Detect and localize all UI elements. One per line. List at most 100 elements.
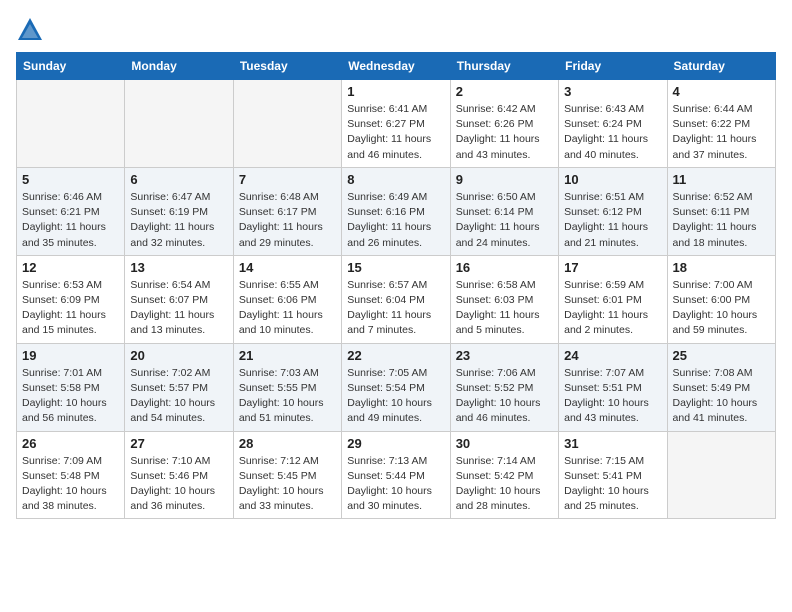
day-cell: 16Sunrise: 6:58 AM Sunset: 6:03 PM Dayli… [450, 255, 558, 343]
day-info: Sunrise: 6:53 AM Sunset: 6:09 PM Dayligh… [22, 278, 119, 339]
day-number: 22 [347, 348, 444, 363]
day-number: 5 [22, 172, 119, 187]
day-info: Sunrise: 7:08 AM Sunset: 5:49 PM Dayligh… [673, 366, 770, 427]
day-number: 14 [239, 260, 336, 275]
day-info: Sunrise: 6:49 AM Sunset: 6:16 PM Dayligh… [347, 190, 444, 251]
day-cell: 14 Sunrise: 6:55 AM Sunset: 6:06 PM Dayli… [233, 255, 341, 343]
day-info: Sunrise: 6:59 AM Sunset: 6:01 PM Dayligh… [564, 278, 661, 339]
day-number: 9 [456, 172, 553, 187]
day-cell: 13 Sunrise: 6:54 AM Sunset: 6:07 PM Dayli… [125, 255, 233, 343]
day-info: Sunrise: 7:05 AM Sunset: 5:54 PM Dayligh… [347, 366, 444, 427]
day-info: Sunrise: 6:46 AM Sunset: 6:21 PM Dayligh… [22, 190, 119, 251]
col-header-thursday: Thursday [450, 53, 558, 80]
day-cell: 28Sunrise: 7:12 AM Sunset: 5:45 PM Dayli… [233, 431, 341, 519]
day-cell: 24 Sunrise: 7:07 AM Sunset: 5:51 PM Dayli… [559, 343, 667, 431]
day-number: 29 [347, 436, 444, 451]
day-cell: 2 Sunrise: 6:42 AM Sunset: 6:26 PM Daylig… [450, 80, 558, 168]
day-info: Sunrise: 6:54 AM Sunset: 6:07 PM Dayligh… [130, 278, 227, 339]
week-row-3: 12 Sunrise: 6:53 AM Sunset: 6:09 PM Dayli… [17, 255, 776, 343]
day-cell: 26 Sunrise: 7:09 AM Sunset: 5:48 PM Dayli… [17, 431, 125, 519]
day-number: 28 [239, 436, 336, 451]
day-number: 6 [130, 172, 227, 187]
day-number: 30 [456, 436, 553, 451]
col-header-wednesday: Wednesday [342, 53, 450, 80]
day-number: 26 [22, 436, 119, 451]
day-number: 7 [239, 172, 336, 187]
day-cell: 8 Sunrise: 6:49 AM Sunset: 6:16 PM Daylig… [342, 167, 450, 255]
day-number: 4 [673, 84, 770, 99]
day-number: 17 [564, 260, 661, 275]
day-number: 13 [130, 260, 227, 275]
col-header-tuesday: Tuesday [233, 53, 341, 80]
day-number: 19 [22, 348, 119, 363]
header-row: SundayMondayTuesdayWednesdayThursdayFrid… [17, 53, 776, 80]
day-info: Sunrise: 7:13 AM Sunset: 5:44 PM Dayligh… [347, 454, 444, 515]
col-header-sunday: Sunday [17, 53, 125, 80]
day-info: Sunrise: 6:52 AM Sunset: 6:11 PM Dayligh… [673, 190, 770, 251]
day-info: Sunrise: 7:09 AM Sunset: 5:48 PM Dayligh… [22, 454, 119, 515]
day-number: 20 [130, 348, 227, 363]
week-row-4: 19 Sunrise: 7:01 AM Sunset: 5:58 PM Dayli… [17, 343, 776, 431]
logo [16, 16, 48, 44]
day-number: 1 [347, 84, 444, 99]
day-cell: 6 Sunrise: 6:47 AM Sunset: 6:19 PM Daylig… [125, 167, 233, 255]
col-header-friday: Friday [559, 53, 667, 80]
day-info: Sunrise: 7:14 AM Sunset: 5:42 PM Dayligh… [456, 454, 553, 515]
day-cell [233, 80, 341, 168]
day-info: Sunrise: 6:47 AM Sunset: 6:19 PM Dayligh… [130, 190, 227, 251]
day-info: Sunrise: 6:50 AM Sunset: 6:14 PM Dayligh… [456, 190, 553, 251]
day-cell: 7Sunrise: 6:48 AM Sunset: 6:17 PM Daylig… [233, 167, 341, 255]
page-header [16, 16, 776, 44]
day-info: Sunrise: 7:10 AM Sunset: 5:46 PM Dayligh… [130, 454, 227, 515]
col-header-monday: Monday [125, 53, 233, 80]
day-info: Sunrise: 6:51 AM Sunset: 6:12 PM Dayligh… [564, 190, 661, 251]
day-info: Sunrise: 6:55 AM Sunset: 6:06 PM Dayligh… [239, 278, 336, 339]
day-cell: 9 Sunrise: 6:50 AM Sunset: 6:14 PM Daylig… [450, 167, 558, 255]
day-cell: 12 Sunrise: 6:53 AM Sunset: 6:09 PM Dayli… [17, 255, 125, 343]
day-cell [667, 431, 775, 519]
day-number: 21 [239, 348, 336, 363]
day-info: Sunrise: 7:01 AM Sunset: 5:58 PM Dayligh… [22, 366, 119, 427]
day-cell: 15 Sunrise: 6:57 AM Sunset: 6:04 PM Dayli… [342, 255, 450, 343]
day-number: 24 [564, 348, 661, 363]
day-info: Sunrise: 6:57 AM Sunset: 6:04 PM Dayligh… [347, 278, 444, 339]
day-cell: 29 Sunrise: 7:13 AM Sunset: 5:44 PM Dayli… [342, 431, 450, 519]
calendar-table: SundayMondayTuesdayWednesdayThursdayFrid… [16, 52, 776, 519]
day-number: 3 [564, 84, 661, 99]
day-number: 25 [673, 348, 770, 363]
day-number: 15 [347, 260, 444, 275]
day-cell: 10Sunrise: 6:51 AM Sunset: 6:12 PM Dayli… [559, 167, 667, 255]
day-number: 2 [456, 84, 553, 99]
day-number: 31 [564, 436, 661, 451]
day-cell: 1Sunrise: 6:41 AM Sunset: 6:27 PM Daylig… [342, 80, 450, 168]
day-cell: 4 Sunrise: 6:44 AM Sunset: 6:22 PM Daylig… [667, 80, 775, 168]
day-cell: 17 Sunrise: 6:59 AM Sunset: 6:01 PM Dayli… [559, 255, 667, 343]
day-number: 18 [673, 260, 770, 275]
logo-icon [16, 16, 44, 44]
day-info: Sunrise: 6:42 AM Sunset: 6:26 PM Dayligh… [456, 102, 553, 163]
day-number: 16 [456, 260, 553, 275]
day-cell: 20 Sunrise: 7:02 AM Sunset: 5:57 PM Dayli… [125, 343, 233, 431]
day-cell: 19 Sunrise: 7:01 AM Sunset: 5:58 PM Dayli… [17, 343, 125, 431]
day-number: 23 [456, 348, 553, 363]
day-info: Sunrise: 7:07 AM Sunset: 5:51 PM Dayligh… [564, 366, 661, 427]
day-cell: 23Sunrise: 7:06 AM Sunset: 5:52 PM Dayli… [450, 343, 558, 431]
day-cell: 31 Sunrise: 7:15 AM Sunset: 5:41 PM Dayli… [559, 431, 667, 519]
day-cell: 22 Sunrise: 7:05 AM Sunset: 5:54 PM Dayli… [342, 343, 450, 431]
day-info: Sunrise: 6:43 AM Sunset: 6:24 PM Dayligh… [564, 102, 661, 163]
day-info: Sunrise: 7:00 AM Sunset: 6:00 PM Dayligh… [673, 278, 770, 339]
day-info: Sunrise: 7:15 AM Sunset: 5:41 PM Dayligh… [564, 454, 661, 515]
day-info: Sunrise: 7:02 AM Sunset: 5:57 PM Dayligh… [130, 366, 227, 427]
day-number: 11 [673, 172, 770, 187]
day-info: Sunrise: 6:44 AM Sunset: 6:22 PM Dayligh… [673, 102, 770, 163]
week-row-1: 1Sunrise: 6:41 AM Sunset: 6:27 PM Daylig… [17, 80, 776, 168]
day-cell: 27Sunrise: 7:10 AM Sunset: 5:46 PM Dayli… [125, 431, 233, 519]
week-row-2: 5 Sunrise: 6:46 AM Sunset: 6:21 PM Daylig… [17, 167, 776, 255]
day-cell: 25 Sunrise: 7:08 AM Sunset: 5:49 PM Dayli… [667, 343, 775, 431]
day-cell: 11 Sunrise: 6:52 AM Sunset: 6:11 PM Dayli… [667, 167, 775, 255]
day-number: 8 [347, 172, 444, 187]
col-header-saturday: Saturday [667, 53, 775, 80]
day-cell: 21Sunrise: 7:03 AM Sunset: 5:55 PM Dayli… [233, 343, 341, 431]
day-number: 12 [22, 260, 119, 275]
day-cell: 5 Sunrise: 6:46 AM Sunset: 6:21 PM Daylig… [17, 167, 125, 255]
